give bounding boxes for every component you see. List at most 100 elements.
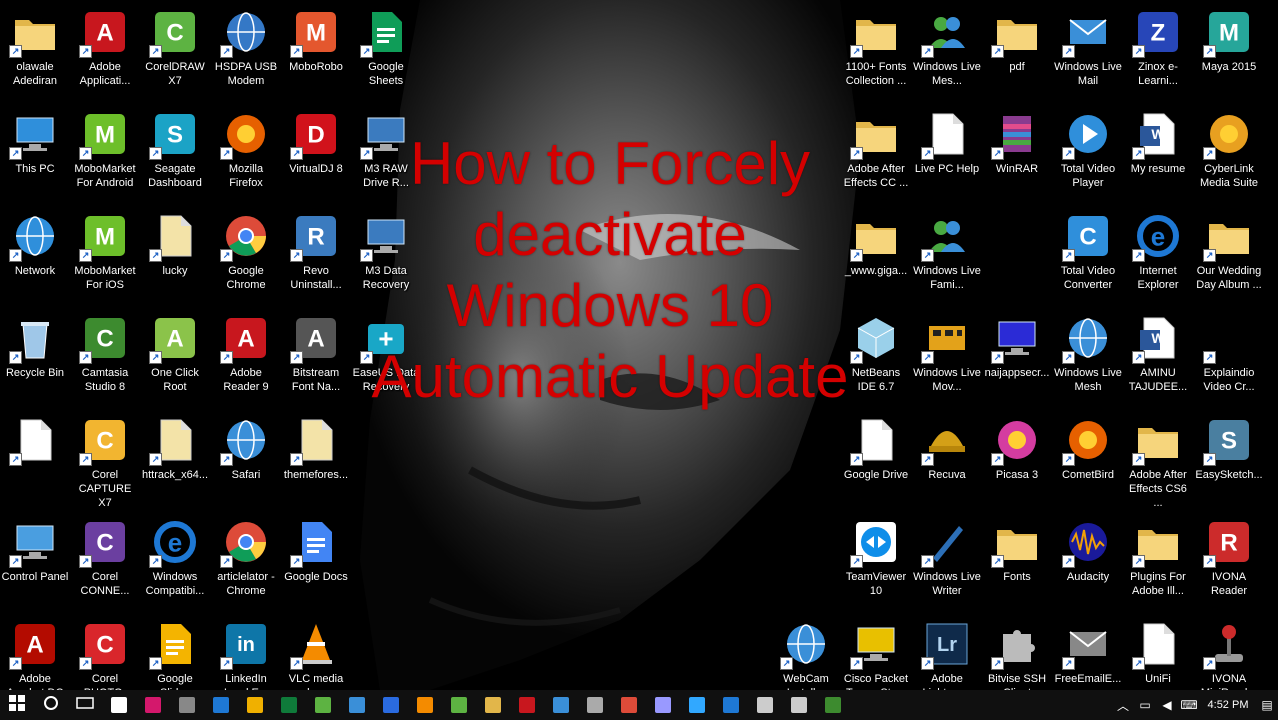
edge-button[interactable] [204, 690, 238, 720]
desktop-icon-control-panel[interactable]: ↗ Control Panel [1, 512, 69, 610]
chrome-button[interactable] [612, 690, 646, 720]
desktop-icon-windows-compatibi[interactable]: e ↗ Windows Compatibi... [141, 512, 209, 610]
start-button[interactable] [0, 690, 34, 720]
network-icon[interactable]: ▭ [1134, 698, 1156, 712]
explorer-button[interactable] [476, 690, 510, 720]
desktop-icon-windows-live-mail[interactable]: ↗ Windows Live Mail [1054, 2, 1122, 100]
svg-text:A: A [26, 632, 43, 659]
media-button[interactable] [170, 690, 204, 720]
desktop-icon-google-chrome[interactable]: ↗ Google Chrome [212, 206, 280, 304]
shortcut-arrow-icon: ↗ [1062, 453, 1075, 466]
desktop-icon-my-resume[interactable]: W ↗ My resume [1124, 104, 1192, 202]
desktop-icon-windows-live-writer[interactable]: ↗ Windows Live Writer [913, 512, 981, 610]
taskbar-clock[interactable]: 4:52 PM [1200, 699, 1256, 711]
desktop-icon-our-wedding-day-album[interactable]: ↗ Our Wedding Day Album ... [1195, 206, 1263, 304]
desktop-icon-corel-capture-x7[interactable]: C ↗ Corel CAPTURE X7 [71, 410, 139, 509]
desktop-icon-mozilla-firefox[interactable]: ↗ Mozilla Firefox [212, 104, 280, 202]
desktop-icon-total-video-converter[interactable]: C ↗ Total Video Converter [1054, 206, 1122, 304]
publisher-button[interactable] [272, 690, 306, 720]
desktop-icon-coreldraw-x7[interactable]: C ↗ CorelDRAW X7 [141, 2, 209, 100]
desktop-icon-adobe-after-effects-cs6[interactable]: ↗ Adobe After Effects CS6 ... [1124, 410, 1192, 509]
store-button[interactable] [102, 690, 136, 720]
desktop-icon-maya-2015[interactable]: M ↗ Maya 2015 [1195, 2, 1263, 100]
app2-button[interactable] [340, 690, 374, 720]
desktop-icon-aminu-tajudee[interactable]: W ↗ AMINU TAJUDEE... [1124, 308, 1192, 406]
desktop-icon-mobomarket-for-android[interactable]: M ↗ MoboMarket For Android [71, 104, 139, 202]
desktop-icon-fonts[interactable]: ↗ Fonts [983, 512, 1051, 610]
chrome-icon: ↗ [220, 518, 270, 568]
desktop-icon-moborobo[interactable]: M ↗ MoboRobo [282, 2, 350, 100]
desktop-icon-windows-live-mesh[interactable]: ↗ Windows Live Mesh [1054, 308, 1122, 406]
desktop-icon-olawale-adediran[interactable]: ↗ olawale Adediran [1, 2, 69, 100]
app3-button[interactable] [442, 690, 476, 720]
desktop-icon-cyberlink-media-suite[interactable]: ↗ CyberLink Media Suite [1195, 104, 1263, 202]
desktop-icon-recuva[interactable]: ↗ Recuva [913, 410, 981, 508]
desktop-icon-internet-explorer[interactable]: e ↗ Internet Explorer [1124, 206, 1192, 304]
desktop-icon-seagate-dashboard[interactable]: S ↗ Seagate Dashboard [141, 104, 209, 202]
desktop-icon-camtasia-studio-8[interactable]: C ↗ Camtasia Studio 8 [71, 308, 139, 406]
app6-button[interactable] [714, 690, 748, 720]
desktop-icon-themefores[interactable]: ↗ themefores... [282, 410, 350, 508]
desktop-icon-label: Recuva [928, 469, 966, 481]
desktop-icon-lucky[interactable]: ↗ lucky [141, 206, 209, 304]
camtasia-button[interactable] [816, 690, 850, 720]
desktop-icon-explaindio-video-cr[interactable]: ↗ Explaindio Video Cr... [1195, 308, 1263, 406]
corel-button[interactable] [306, 690, 340, 720]
aftereffects-button[interactable] [646, 690, 680, 720]
desktop-icon-naijappsecr[interactable]: ↗ naijappsecr... [983, 308, 1051, 406]
keyboard-icon[interactable]: ⌨ [1178, 698, 1200, 712]
desktop-icon-winrar[interactable]: ↗ WinRAR [983, 104, 1051, 202]
desktop-icon-teamviewer-10[interactable]: ↗ TeamViewer 10 [842, 512, 910, 610]
bluetooth-button[interactable] [374, 690, 408, 720]
desktop-icon-ivona-reader[interactable]: R ↗ IVONA Reader [1195, 512, 1263, 610]
desktop-icon-adobe-applicati[interactable]: A ↗ Adobe Applicati... [71, 2, 139, 100]
desktop-icon-one-click-root[interactable]: A ↗ One Click Root [141, 308, 209, 406]
settings2-button[interactable] [782, 690, 816, 720]
desktop-icon-picasa-3[interactable]: ↗ Picasa 3 [983, 410, 1051, 508]
desktop-icon-adobe-reader-9[interactable]: A ↗ Adobe Reader 9 [212, 308, 280, 406]
desktop-icon-1100-fonts-collection[interactable]: ↗ 1100+ Fonts Collection ... [842, 2, 910, 100]
app5-button[interactable] [578, 690, 612, 720]
desktop-icon-easysketch[interactable]: S ↗ EasySketch... [1195, 410, 1263, 508]
search-button[interactable] [34, 690, 68, 720]
desktop-icon-audacity[interactable]: ↗ Audacity [1054, 512, 1122, 610]
desktop-icon-httrack-x64[interactable]: ↗ httrack_x64... [141, 410, 209, 508]
action-center-icon[interactable]: ▤ [1256, 698, 1278, 712]
desktop-icon-articlelator-chrome[interactable]: ↗ articlelator - Chrome [212, 512, 280, 610]
desktop-icon-hsdpa-usb-modem[interactable]: ↗ HSDPA USB Modem [212, 2, 280, 100]
desktop-icon-live-pc-help[interactable]: ↗ Live PC Help [913, 104, 981, 202]
desktop-icon-total-video-player[interactable]: ↗ Total Video Player [1054, 104, 1122, 202]
vlc-button[interactable] [408, 690, 442, 720]
desktop-icon-plugins-for-adobe-ill[interactable]: ↗ Plugins For Adobe Ill... [1124, 512, 1192, 610]
desktop-icon-this-pc[interactable]: ↗ This PC [1, 104, 69, 202]
task-view-button[interactable] [68, 690, 102, 720]
e-icon: e ↗ [1132, 212, 1182, 262]
acrobat-button[interactable] [510, 690, 544, 720]
desktop-icon-zinox-e-learni[interactable]: Z ↗ Zinox e-Learni... [1124, 2, 1192, 100]
shortcut-arrow-icon: ↗ [9, 45, 22, 58]
indesign-button[interactable] [136, 690, 170, 720]
desktop-icon-windows-live-mes[interactable]: ↗ Windows Live Mes... [913, 2, 981, 100]
settings-button[interactable] [748, 690, 782, 720]
desktop-icon-mobomarket-for-ios[interactable]: M ↗ MoboMarket For iOS [71, 206, 139, 304]
shortcut-arrow-icon: ↗ [290, 657, 303, 670]
desktop-icon-google-drive[interactable]: ↗ Google Drive [842, 410, 910, 508]
chevron-up-icon[interactable]: ︿ [1112, 697, 1134, 714]
desktop-icon-blank-file[interactable]: ↗ [1, 410, 69, 508]
desktop-icon-network[interactable]: ↗ Network [1, 206, 69, 304]
shortcut-arrow-icon: ↗ [1132, 555, 1145, 568]
app-button[interactable] [238, 690, 272, 720]
desktop-icon-safari[interactable]: ↗ Safari [212, 410, 280, 508]
volume-icon[interactable]: ◀ [1156, 698, 1178, 712]
desktop-icon-windows-live-mov[interactable]: ↗ Windows Live Mov... [913, 308, 981, 406]
photoshop-button[interactable] [680, 690, 714, 720]
desktop-icon-google-docs[interactable]: ↗ Google Docs [282, 512, 350, 610]
desktop-icon-cometbird[interactable]: ↗ CometBird [1054, 410, 1122, 508]
desktop-icon-windows-live-fami[interactable]: ↗ Windows Live Fami... [913, 206, 981, 304]
desktop-icon-recycle-bin[interactable]: ↗ Recycle Bin [1, 308, 69, 406]
globe-icon: ↗ [220, 416, 270, 466]
desktop-icon-google-sheets[interactable]: ↗ Google Sheets [352, 2, 420, 100]
app4-button[interactable] [544, 690, 578, 720]
desktop-icon-corel-conne[interactable]: C ↗ Corel CONNE... [71, 512, 139, 610]
desktop-icon-pdf[interactable]: ↗ pdf [983, 2, 1051, 100]
